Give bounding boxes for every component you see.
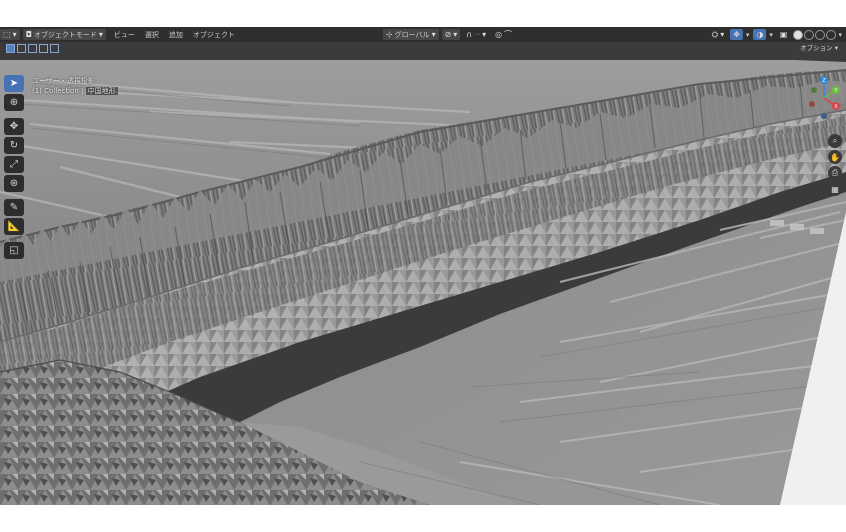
transform-orientation-label: グローバル <box>394 30 430 39</box>
scale-icon: ⤢ <box>10 159 18 170</box>
menu-select[interactable]: 選択 <box>145 30 159 40</box>
shading-modes <box>793 29 837 40</box>
pivot-dropdown[interactable]: ⊘ ▾ <box>441 29 461 40</box>
proportional-edit-toggle[interactable]: ◎ ⌒ <box>492 29 515 40</box>
options-label: オプション <box>800 44 833 52</box>
add-cube-tool[interactable]: ◱ <box>4 242 24 259</box>
editor-type-button[interactable]: ⬚ ▾ <box>0 29 20 40</box>
chevron-down-icon[interactable]: ▾ <box>746 31 750 39</box>
transform-orientation-dropdown[interactable]: ⊹ グローバル ▾ <box>382 29 439 40</box>
chevron-down-icon: ▾ <box>834 44 838 52</box>
collection-label: (1) Collection <box>32 87 79 95</box>
select-subtract-button[interactable] <box>28 43 37 53</box>
pencil-icon: ✎ <box>9 202 19 213</box>
navigation-buttons: ⌕ ✋ ⎙ ▦ <box>828 134 842 196</box>
mode-dropdown[interactable]: ◘ オブジェクトモード ▾ <box>22 29 106 40</box>
viewport-info: ユーザー・透視投影 (1) Collection | 中国地形 <box>32 77 118 95</box>
menu-object[interactable]: オブジェクト <box>193 30 235 40</box>
select-extend-button[interactable] <box>17 43 26 53</box>
select-invert-button[interactable] <box>39 43 48 53</box>
gizmo-toggle[interactable]: ✥ <box>730 29 743 40</box>
tool-header: オプション ▾ <box>0 42 846 54</box>
chevron-down-icon: ▾ <box>720 29 725 39</box>
3d-cursor-icon: ⊕ <box>9 97 19 108</box>
cursor-arrow-icon: ➤ <box>9 78 19 89</box>
measure-tool[interactable]: 📐 <box>4 218 24 235</box>
menu-view[interactable]: ビュー <box>114 30 135 40</box>
add-cube-icon: ◱ <box>9 245 19 256</box>
hand-icon: ✋ <box>830 152 840 162</box>
chevron-down-icon: ▾ <box>482 29 487 39</box>
options-dropdown[interactable]: オプション ▾ <box>796 43 842 53</box>
view-projection-label: ユーザー・透視投影 <box>32 77 95 85</box>
solid-shading-button[interactable] <box>793 29 804 40</box>
cube-view-icon: ⬚ <box>3 29 11 39</box>
magnet-icon: ∩ <box>466 29 473 39</box>
z-axis-label: Z <box>822 78 826 84</box>
terrain-scene <box>0 42 846 505</box>
chevron-down-icon[interactable]: ▾ <box>769 31 773 39</box>
falloff-icon: ⌒ <box>504 29 513 39</box>
move-icon: ✥ <box>9 121 19 132</box>
menu-add[interactable]: 追加 <box>169 30 183 40</box>
pan-button[interactable]: ✋ <box>828 150 842 164</box>
move-tool[interactable]: ✥ <box>4 118 24 135</box>
xray-toggle[interactable]: ▣ <box>777 29 791 40</box>
annotate-tool[interactable]: ✎ <box>4 199 24 216</box>
neg-y-axis-handle[interactable] <box>811 87 817 93</box>
rotate-icon: ↻ <box>9 140 19 151</box>
transform-tool[interactable]: ⊛ <box>4 175 24 192</box>
visibility-dropdown[interactable]: ⛭ ▾ <box>709 29 727 40</box>
active-object-label: 中国地形 <box>85 87 118 95</box>
perspective-toggle-button[interactable]: ▦ <box>828 182 842 196</box>
3d-viewport[interactable]: ➤ ⊕ ✥ ↻ ⤢ ⊛ ✎ 📐 ◱ ユーザー・透視投影 (1) Collecti… <box>0 42 846 505</box>
grid-icon: ▦ <box>831 184 839 194</box>
x-axis-label: X <box>834 104 838 110</box>
select-new-button[interactable] <box>6 43 15 53</box>
visibility-icon: ⛭ <box>711 29 719 39</box>
rotate-tool[interactable]: ↻ <box>4 137 24 154</box>
select-mode-group <box>4 42 61 54</box>
overlay-toggle[interactable]: ◑ <box>753 29 767 40</box>
snap-toggle[interactable]: ∩ ⋯ ▾ <box>463 29 489 40</box>
proportional-icon: ◎ <box>495 29 503 39</box>
mode-label: オブジェクトモード <box>33 30 97 39</box>
navigation-gizmo[interactable]: Z Y X <box>806 74 842 124</box>
cursor-tool[interactable]: ⊕ <box>4 94 24 111</box>
blender-window: ⬚ ▾ ◘ オブジェクトモード ▾ ビュー 選択 追加 オブジェクト ⊹ グロー… <box>0 27 846 505</box>
snap-settings-icon: ⋯ <box>474 31 481 38</box>
chevron-down-icon: ▾ <box>98 29 103 39</box>
select-box-tool[interactable]: ➤ <box>4 75 24 92</box>
rendered-shading-button[interactable] <box>826 29 837 40</box>
chevron-down-icon: ▾ <box>12 29 17 39</box>
chevron-down-icon[interactable]: ▾ <box>838 31 842 39</box>
pivot-icon: ⊘ <box>444 29 452 39</box>
zoom-button[interactable]: ⌕ <box>828 134 842 148</box>
camera-icon: ⎙ <box>831 168 839 177</box>
header-bar: ⬚ ▾ ◘ オブジェクトモード ▾ ビュー 選択 追加 オブジェクト ⊹ グロー… <box>0 27 846 42</box>
magnifier-icon: ⌕ <box>832 136 838 145</box>
xray-icon: ▣ <box>779 29 788 39</box>
neg-x-axis-handle[interactable] <box>809 101 815 107</box>
material-shading-button[interactable] <box>815 29 826 40</box>
camera-view-button[interactable]: ⎙ <box>828 166 842 180</box>
tool-shelf: ➤ ⊕ ✥ ↻ ⤢ ⊛ ✎ 📐 ◱ <box>4 75 24 259</box>
orientation-icon: ⊹ <box>385 29 393 39</box>
gizmo-icon: ✥ <box>733 29 740 39</box>
scale-tool[interactable]: ⤢ <box>4 156 24 173</box>
wireframe-shading-button[interactable] <box>804 29 815 40</box>
chevron-down-icon: ▾ <box>453 29 458 39</box>
ruler-icon: 📐 <box>7 221 21 232</box>
transform-icon: ⊛ <box>9 178 19 189</box>
select-intersect-button[interactable] <box>50 43 59 53</box>
neg-z-axis-handle[interactable] <box>821 113 827 119</box>
overlay-icon: ◑ <box>756 29 764 39</box>
object-mode-icon: ◘ <box>25 29 32 39</box>
chevron-down-icon: ▾ <box>431 29 436 39</box>
